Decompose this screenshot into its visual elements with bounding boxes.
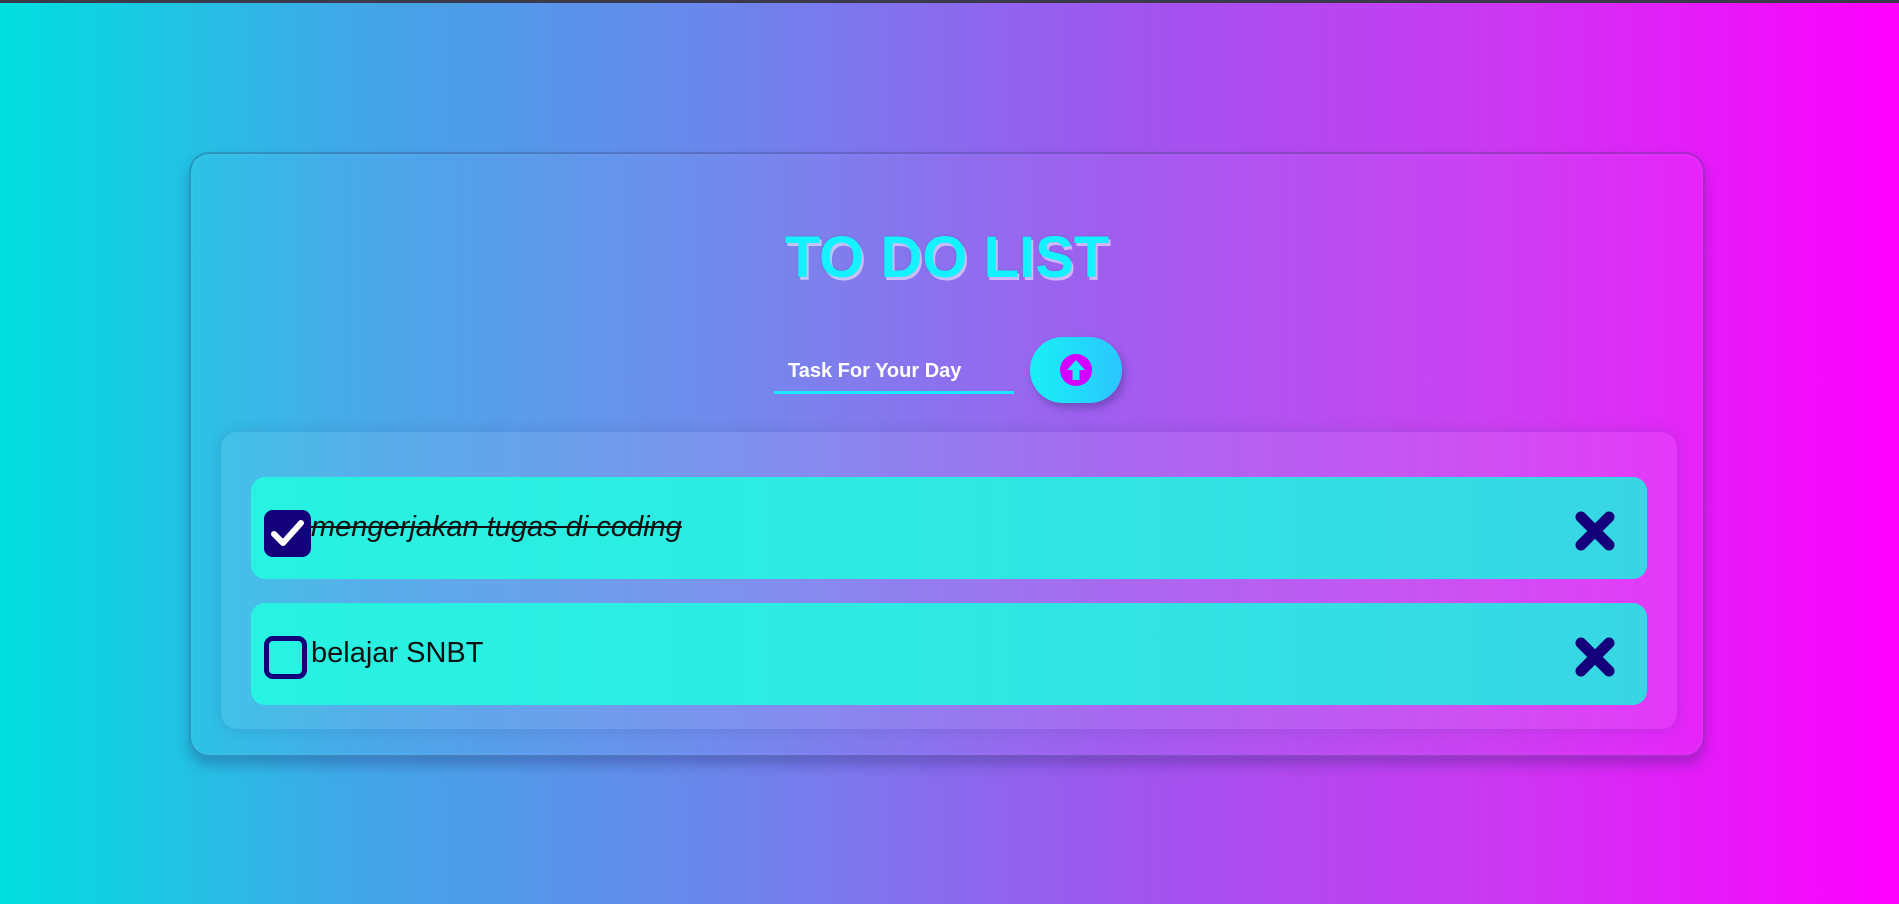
- browser-top-edge: [0, 0, 1899, 3]
- task-item: mengerjakan tugas di coding: [251, 477, 1647, 579]
- add-task-button[interactable]: [1030, 337, 1122, 403]
- x-mark-icon: [1575, 637, 1615, 677]
- page-title: TO DO LIST: [784, 225, 1110, 290]
- task-checkbox-checked[interactable]: [264, 510, 311, 557]
- task-text: mengerjakan tugas di coding: [311, 511, 682, 543]
- check-icon: [271, 520, 304, 546]
- task-text: belajar SNBT: [311, 637, 484, 669]
- task-item: belajar SNBT: [251, 603, 1647, 705]
- arrow-up-circle-icon: [1060, 354, 1092, 386]
- delete-task-button[interactable]: [1575, 637, 1615, 677]
- task-checkbox-unchecked[interactable]: [264, 636, 307, 679]
- delete-task-button[interactable]: [1575, 511, 1615, 551]
- todo-card: TO DO LIST mengerjakan tugas di coding: [189, 152, 1705, 757]
- task-input[interactable]: [774, 352, 1014, 394]
- x-mark-icon: [1575, 511, 1615, 551]
- task-list: mengerjakan tugas di coding belajar SNBT: [221, 432, 1677, 729]
